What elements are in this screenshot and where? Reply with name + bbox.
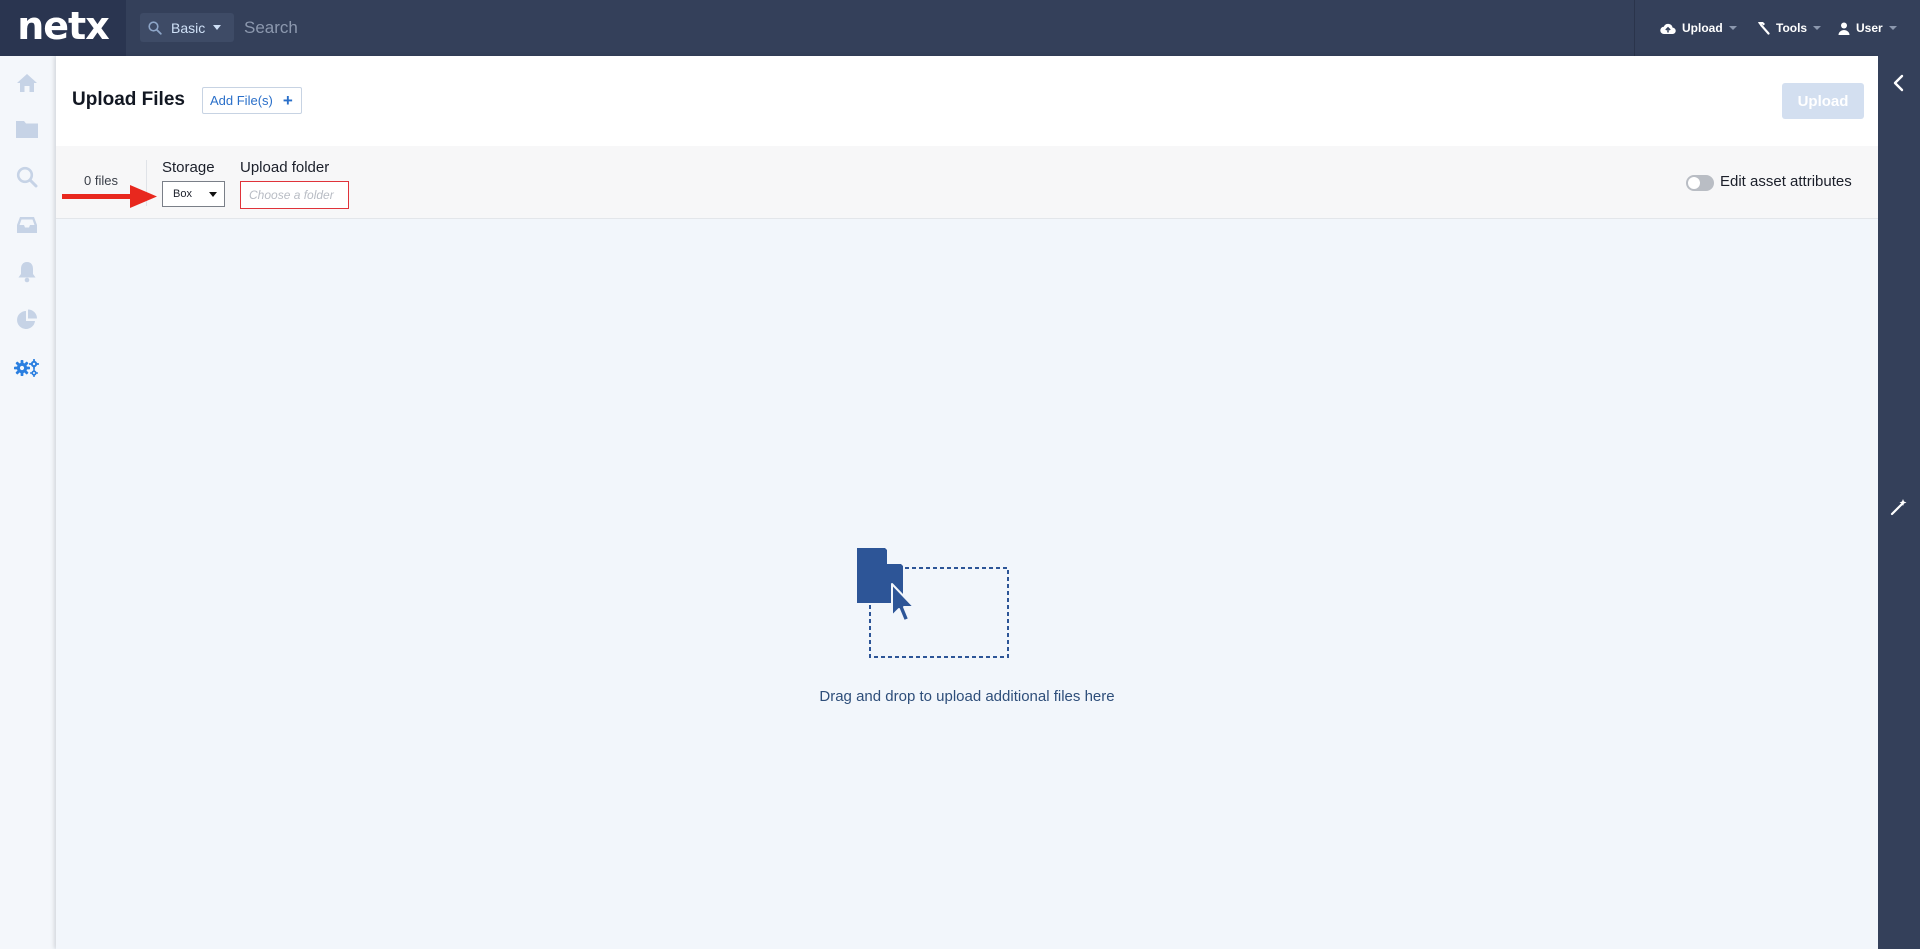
user-menu-label: User bbox=[1856, 21, 1883, 35]
folder-icon bbox=[16, 121, 38, 138]
annotation-arrow-icon bbox=[62, 185, 157, 208]
user-icon bbox=[1838, 22, 1850, 35]
upload-menu[interactable]: Upload bbox=[1660, 0, 1737, 56]
collapse-panel-button[interactable] bbox=[1891, 74, 1905, 97]
netx-logo[interactable]: netx bbox=[0, 0, 126, 56]
chevron-left-icon bbox=[1893, 74, 1904, 92]
chevron-down-icon bbox=[209, 192, 217, 197]
pie-chart-icon bbox=[17, 309, 37, 329]
chevron-down-icon bbox=[1728, 26, 1737, 30]
search-icon bbox=[148, 20, 162, 35]
storage-label: Storage bbox=[162, 159, 215, 176]
chevron-down-icon bbox=[1888, 26, 1897, 30]
sidebar-item-inbox[interactable] bbox=[14, 212, 40, 238]
gears-icon bbox=[14, 359, 39, 377]
cloud-upload-icon bbox=[1660, 23, 1676, 34]
tools-menu-label: Tools bbox=[1776, 21, 1808, 35]
upload-folder-label: Upload folder bbox=[240, 159, 330, 176]
magic-wand-button[interactable] bbox=[1890, 498, 1908, 521]
storage-select[interactable]: Box bbox=[162, 181, 225, 207]
toggle-knob bbox=[1688, 177, 1700, 189]
upload-menu-label: Upload bbox=[1682, 21, 1723, 35]
search-mode-dropdown[interactable]: Basic bbox=[140, 13, 234, 42]
add-files-button[interactable]: Add File(s) + bbox=[202, 87, 302, 114]
search-icon bbox=[16, 166, 38, 188]
drag-drop-icon bbox=[857, 548, 1009, 658]
magic-wand-icon bbox=[1890, 499, 1907, 516]
plus-icon: + bbox=[282, 91, 293, 110]
drop-zone[interactable]: Drag and drop to upload additional files… bbox=[56, 220, 1878, 949]
chevron-down-icon bbox=[213, 25, 222, 30]
storage-value: Box bbox=[173, 188, 192, 200]
sidebar-item-notifications[interactable] bbox=[14, 259, 40, 285]
inbox-icon bbox=[17, 217, 37, 233]
hammer-icon bbox=[1758, 22, 1770, 35]
sidebar-item-reports[interactable] bbox=[14, 307, 40, 333]
main-content: Upload Files Add File(s) + Upload 0 file… bbox=[56, 56, 1878, 949]
search-input[interactable] bbox=[244, 14, 1614, 42]
sidebar-item-home[interactable] bbox=[14, 70, 40, 96]
sidebar-item-search[interactable] bbox=[14, 164, 40, 190]
upload-toolbar: 0 files Storage Box Upload folder Choose… bbox=[56, 146, 1878, 219]
user-menu[interactable]: User bbox=[1838, 0, 1897, 56]
search-mode-label: Basic bbox=[171, 19, 206, 36]
add-files-label: Add File(s) bbox=[210, 93, 273, 108]
drop-zone-text: Drag and drop to upload additional files… bbox=[819, 688, 1115, 705]
right-panel bbox=[1878, 56, 1920, 949]
chevron-down-icon bbox=[1813, 26, 1822, 30]
bell-icon bbox=[18, 262, 36, 283]
upload-folder-placeholder: Choose a folder bbox=[249, 188, 334, 202]
home-icon bbox=[17, 74, 37, 92]
tools-menu[interactable]: Tools bbox=[1756, 0, 1822, 56]
upload-button[interactable]: Upload bbox=[1782, 83, 1864, 119]
edit-attributes-label: Edit asset attributes bbox=[1720, 173, 1852, 190]
sidebar-item-folders[interactable] bbox=[14, 116, 40, 142]
top-bar: netx Basic Upload Tools User bbox=[0, 0, 1920, 56]
top-divider bbox=[1634, 0, 1635, 56]
upload-folder-input[interactable]: Choose a folder bbox=[240, 181, 349, 209]
logo-text: netx bbox=[17, 4, 110, 48]
left-sidebar bbox=[0, 56, 54, 949]
page-title: Upload Files bbox=[72, 89, 185, 110]
sidebar-item-system[interactable] bbox=[14, 355, 40, 381]
upload-header: Upload Files Add File(s) + Upload bbox=[56, 56, 1878, 146]
edit-attributes-toggle[interactable] bbox=[1686, 175, 1714, 191]
